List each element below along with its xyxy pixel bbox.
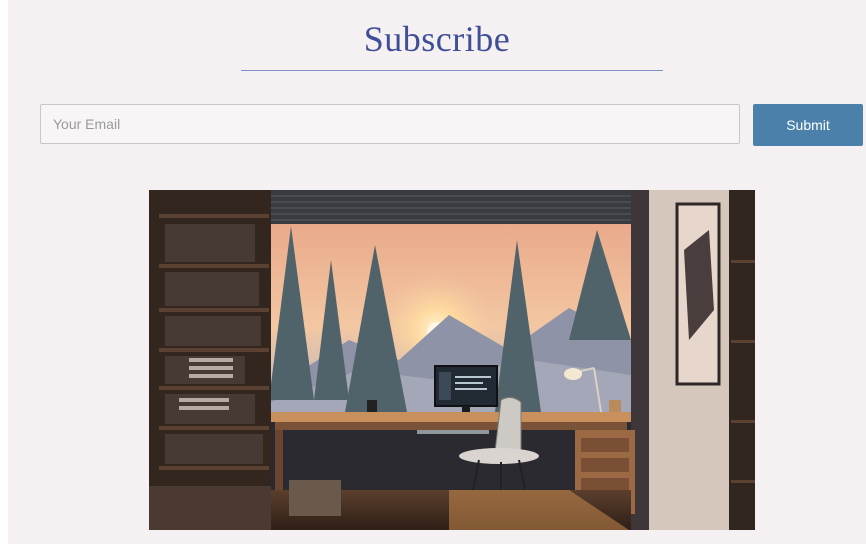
page-title: Subscribe — [363, 19, 511, 59]
subscribe-section: Subscribe Submit — [8, 0, 866, 544]
hero-image — [149, 190, 755, 530]
email-input[interactable] — [40, 104, 740, 144]
submit-button[interactable]: Submit — [753, 104, 863, 146]
study-room-illustration — [149, 190, 755, 530]
title-divider — [241, 70, 663, 71]
